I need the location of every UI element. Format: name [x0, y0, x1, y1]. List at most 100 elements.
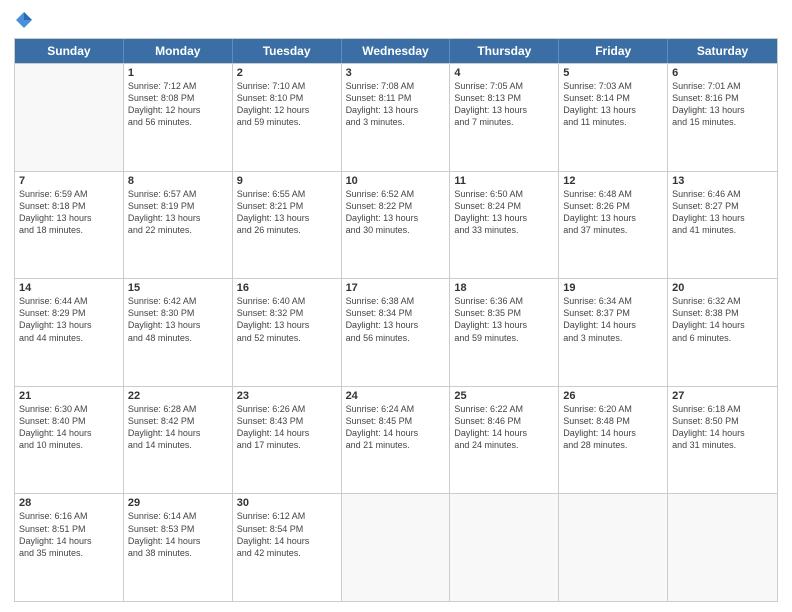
day-number: 3 — [346, 67, 446, 79]
day-number: 1 — [128, 67, 228, 79]
cal-cell: 29Sunrise: 6:14 AM Sunset: 8:53 PM Dayli… — [124, 494, 233, 601]
calendar-header: SundayMondayTuesdayWednesdayThursdayFrid… — [15, 39, 777, 63]
day-number: 21 — [19, 390, 119, 402]
day-number: 6 — [672, 67, 773, 79]
day-info: Sunrise: 6:55 AM Sunset: 8:21 PM Dayligh… — [237, 188, 337, 237]
week-row-0: 1Sunrise: 7:12 AM Sunset: 8:08 PM Daylig… — [15, 63, 777, 171]
cal-cell: 12Sunrise: 6:48 AM Sunset: 8:26 PM Dayli… — [559, 172, 668, 279]
cal-cell — [342, 494, 451, 601]
day-info: Sunrise: 6:22 AM Sunset: 8:46 PM Dayligh… — [454, 403, 554, 452]
day-info: Sunrise: 6:12 AM Sunset: 8:54 PM Dayligh… — [237, 510, 337, 559]
day-number: 8 — [128, 175, 228, 187]
day-number: 16 — [237, 282, 337, 294]
day-number: 4 — [454, 67, 554, 79]
day-number: 10 — [346, 175, 446, 187]
day-number: 13 — [672, 175, 773, 187]
day-info: Sunrise: 6:46 AM Sunset: 8:27 PM Dayligh… — [672, 188, 773, 237]
logo-icon — [14, 10, 34, 30]
day-info: Sunrise: 6:32 AM Sunset: 8:38 PM Dayligh… — [672, 295, 773, 344]
day-info: Sunrise: 6:18 AM Sunset: 8:50 PM Dayligh… — [672, 403, 773, 452]
day-info: Sunrise: 6:36 AM Sunset: 8:35 PM Dayligh… — [454, 295, 554, 344]
cal-cell: 15Sunrise: 6:42 AM Sunset: 8:30 PM Dayli… — [124, 279, 233, 386]
cal-cell: 17Sunrise: 6:38 AM Sunset: 8:34 PM Dayli… — [342, 279, 451, 386]
week-row-4: 28Sunrise: 6:16 AM Sunset: 8:51 PM Dayli… — [15, 493, 777, 601]
cal-cell — [559, 494, 668, 601]
cal-cell: 18Sunrise: 6:36 AM Sunset: 8:35 PM Dayli… — [450, 279, 559, 386]
cal-cell: 2Sunrise: 7:10 AM Sunset: 8:10 PM Daylig… — [233, 64, 342, 171]
day-info: Sunrise: 6:38 AM Sunset: 8:34 PM Dayligh… — [346, 295, 446, 344]
header-day-saturday: Saturday — [668, 39, 777, 63]
day-number: 7 — [19, 175, 119, 187]
day-info: Sunrise: 6:26 AM Sunset: 8:43 PM Dayligh… — [237, 403, 337, 452]
day-number: 25 — [454, 390, 554, 402]
cal-cell: 26Sunrise: 6:20 AM Sunset: 8:48 PM Dayli… — [559, 387, 668, 494]
cal-cell: 7Sunrise: 6:59 AM Sunset: 8:18 PM Daylig… — [15, 172, 124, 279]
cal-cell: 28Sunrise: 6:16 AM Sunset: 8:51 PM Dayli… — [15, 494, 124, 601]
cal-cell: 13Sunrise: 6:46 AM Sunset: 8:27 PM Dayli… — [668, 172, 777, 279]
day-number: 9 — [237, 175, 337, 187]
header-day-thursday: Thursday — [450, 39, 559, 63]
page: SundayMondayTuesdayWednesdayThursdayFrid… — [0, 0, 792, 612]
day-info: Sunrise: 7:10 AM Sunset: 8:10 PM Dayligh… — [237, 80, 337, 129]
cal-cell: 22Sunrise: 6:28 AM Sunset: 8:42 PM Dayli… — [124, 387, 233, 494]
day-info: Sunrise: 6:28 AM Sunset: 8:42 PM Dayligh… — [128, 403, 228, 452]
header-day-wednesday: Wednesday — [342, 39, 451, 63]
day-number: 15 — [128, 282, 228, 294]
day-number: 27 — [672, 390, 773, 402]
day-info: Sunrise: 7:03 AM Sunset: 8:14 PM Dayligh… — [563, 80, 663, 129]
logo — [14, 10, 38, 30]
day-info: Sunrise: 7:08 AM Sunset: 8:11 PM Dayligh… — [346, 80, 446, 129]
cal-cell: 16Sunrise: 6:40 AM Sunset: 8:32 PM Dayli… — [233, 279, 342, 386]
cal-cell: 21Sunrise: 6:30 AM Sunset: 8:40 PM Dayli… — [15, 387, 124, 494]
day-info: Sunrise: 6:59 AM Sunset: 8:18 PM Dayligh… — [19, 188, 119, 237]
day-number: 2 — [237, 67, 337, 79]
day-info: Sunrise: 6:42 AM Sunset: 8:30 PM Dayligh… — [128, 295, 228, 344]
cal-cell — [15, 64, 124, 171]
day-number: 17 — [346, 282, 446, 294]
header-day-sunday: Sunday — [15, 39, 124, 63]
calendar: SundayMondayTuesdayWednesdayThursdayFrid… — [14, 38, 778, 602]
cal-cell: 9Sunrise: 6:55 AM Sunset: 8:21 PM Daylig… — [233, 172, 342, 279]
day-info: Sunrise: 7:05 AM Sunset: 8:13 PM Dayligh… — [454, 80, 554, 129]
cal-cell: 8Sunrise: 6:57 AM Sunset: 8:19 PM Daylig… — [124, 172, 233, 279]
day-number: 20 — [672, 282, 773, 294]
day-info: Sunrise: 6:16 AM Sunset: 8:51 PM Dayligh… — [19, 510, 119, 559]
day-number: 22 — [128, 390, 228, 402]
cal-cell: 14Sunrise: 6:44 AM Sunset: 8:29 PM Dayli… — [15, 279, 124, 386]
day-info: Sunrise: 6:14 AM Sunset: 8:53 PM Dayligh… — [128, 510, 228, 559]
day-info: Sunrise: 7:12 AM Sunset: 8:08 PM Dayligh… — [128, 80, 228, 129]
cal-cell: 20Sunrise: 6:32 AM Sunset: 8:38 PM Dayli… — [668, 279, 777, 386]
cal-cell: 6Sunrise: 7:01 AM Sunset: 8:16 PM Daylig… — [668, 64, 777, 171]
cal-cell: 23Sunrise: 6:26 AM Sunset: 8:43 PM Dayli… — [233, 387, 342, 494]
cal-cell: 19Sunrise: 6:34 AM Sunset: 8:37 PM Dayli… — [559, 279, 668, 386]
week-row-1: 7Sunrise: 6:59 AM Sunset: 8:18 PM Daylig… — [15, 171, 777, 279]
day-info: Sunrise: 6:52 AM Sunset: 8:22 PM Dayligh… — [346, 188, 446, 237]
week-row-2: 14Sunrise: 6:44 AM Sunset: 8:29 PM Dayli… — [15, 278, 777, 386]
day-number: 24 — [346, 390, 446, 402]
day-info: Sunrise: 6:50 AM Sunset: 8:24 PM Dayligh… — [454, 188, 554, 237]
cal-cell: 5Sunrise: 7:03 AM Sunset: 8:14 PM Daylig… — [559, 64, 668, 171]
day-number: 23 — [237, 390, 337, 402]
header — [14, 10, 778, 30]
day-info: Sunrise: 6:20 AM Sunset: 8:48 PM Dayligh… — [563, 403, 663, 452]
day-info: Sunrise: 6:57 AM Sunset: 8:19 PM Dayligh… — [128, 188, 228, 237]
cal-cell: 25Sunrise: 6:22 AM Sunset: 8:46 PM Dayli… — [450, 387, 559, 494]
day-info: Sunrise: 6:40 AM Sunset: 8:32 PM Dayligh… — [237, 295, 337, 344]
cal-cell: 4Sunrise: 7:05 AM Sunset: 8:13 PM Daylig… — [450, 64, 559, 171]
day-info: Sunrise: 6:48 AM Sunset: 8:26 PM Dayligh… — [563, 188, 663, 237]
cal-cell: 1Sunrise: 7:12 AM Sunset: 8:08 PM Daylig… — [124, 64, 233, 171]
cal-cell — [668, 494, 777, 601]
cal-cell: 11Sunrise: 6:50 AM Sunset: 8:24 PM Dayli… — [450, 172, 559, 279]
cal-cell: 30Sunrise: 6:12 AM Sunset: 8:54 PM Dayli… — [233, 494, 342, 601]
day-number: 18 — [454, 282, 554, 294]
day-number: 26 — [563, 390, 663, 402]
calendar-body: 1Sunrise: 7:12 AM Sunset: 8:08 PM Daylig… — [15, 63, 777, 601]
day-info: Sunrise: 6:44 AM Sunset: 8:29 PM Dayligh… — [19, 295, 119, 344]
day-number: 29 — [128, 497, 228, 509]
day-number: 14 — [19, 282, 119, 294]
day-number: 11 — [454, 175, 554, 187]
cal-cell: 3Sunrise: 7:08 AM Sunset: 8:11 PM Daylig… — [342, 64, 451, 171]
day-number: 12 — [563, 175, 663, 187]
header-day-monday: Monday — [124, 39, 233, 63]
day-number: 5 — [563, 67, 663, 79]
